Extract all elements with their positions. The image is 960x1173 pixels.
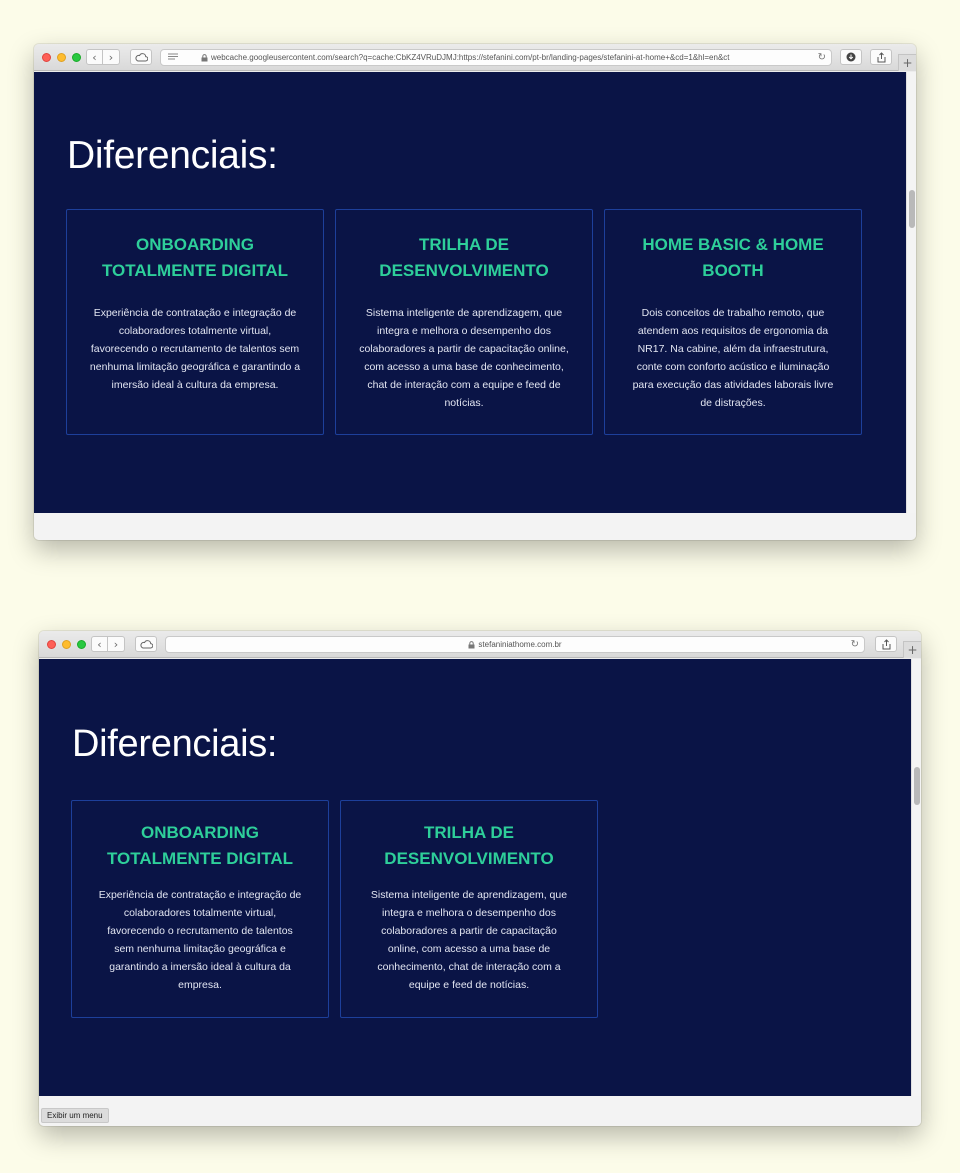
card-title-line: TRILHA DE [423, 823, 515, 842]
url-text: stefaniniathome.com.br [478, 640, 562, 649]
browser-toolbar: ‹ › stefaniniathome.com.br ↻ + [39, 631, 921, 658]
show-menu-button[interactable]: Exibir um menu [41, 1108, 109, 1123]
feature-card: ONBOARDING TOTALMENTE DIGITAL Experiênci… [66, 209, 324, 435]
zoom-window-button[interactable] [77, 640, 86, 649]
chevron-left-icon[interactable]: ‹ [86, 49, 103, 65]
address-bar[interactable]: stefaniniathome.com.br ↻ [165, 636, 865, 653]
status-bar: Exibir um menu [39, 1096, 921, 1126]
zoom-window-button[interactable] [72, 53, 81, 62]
page-content: Diferenciais: ONBOARDING TOTALMENTE DIGI… [34, 72, 906, 513]
card-title-line: TOTALMENTE DIGITAL [106, 849, 294, 868]
card-title: TRILHA DE DESENVOLVIMENTO [336, 232, 592, 284]
card-title-line: TRILHA DE [418, 235, 510, 254]
page-content: Diferenciais: ONBOARDING TOTALMENTE DIGI… [39, 659, 911, 1096]
minimize-window-button[interactable] [62, 640, 71, 649]
card-description: Dois conceitos de trabalho remoto, que a… [632, 307, 834, 409]
chevron-right-icon[interactable]: › [108, 636, 125, 652]
card-title-line: DESENVOLVIMENTO [379, 261, 549, 280]
reload-icon[interactable]: ↻ [851, 639, 859, 650]
icloud-tabs-icon[interactable] [135, 636, 157, 652]
scrollbar[interactable] [906, 72, 916, 513]
feature-card: ONBOARDING TOTALMENTE DIGITAL Experiênci… [71, 800, 329, 1018]
card-title-line: HOME BASIC & HOME [642, 235, 824, 254]
card-title-line: TOTALMENTE DIGITAL [101, 261, 289, 280]
browser-window-cache: ‹ › webcache.googleusercontent.com/searc… [34, 44, 916, 540]
download-icon[interactable] [840, 49, 862, 65]
browser-window-live: ‹ › stefaniniathome.com.br ↻ + Diferenci… [39, 631, 921, 1126]
reload-icon[interactable]: ↻ [818, 52, 826, 63]
card-title: ONBOARDING TOTALMENTE DIGITAL [67, 232, 323, 284]
minimize-window-button[interactable] [57, 53, 66, 62]
section-heading: Diferenciais: [67, 134, 278, 177]
icloud-tabs-icon[interactable] [130, 49, 152, 65]
reader-icon[interactable] [167, 53, 179, 64]
share-icon[interactable] [875, 636, 897, 652]
history-nav: ‹ › [86, 49, 120, 65]
card-description: Sistema inteligente de aprendizagem, que… [359, 307, 569, 409]
feature-card: TRILHA DE DESENVOLVIMENTO Sistema inteli… [335, 209, 593, 435]
scrollbar-thumb[interactable] [914, 767, 920, 805]
close-window-button[interactable] [42, 53, 51, 62]
card-title: HOME BASIC & HOME BOOTH [605, 232, 861, 284]
status-bar [34, 513, 916, 540]
window-controls [42, 53, 81, 62]
scrollbar[interactable] [911, 659, 921, 1096]
history-nav: ‹ › [91, 636, 125, 652]
card-title-line: ONBOARDING [140, 823, 260, 842]
chevron-right-icon[interactable]: › [103, 49, 120, 65]
card-title-line: BOOTH [702, 261, 764, 280]
section-heading: Diferenciais: [72, 723, 278, 765]
chevron-left-icon[interactable]: ‹ [91, 636, 108, 652]
lock-icon [201, 53, 208, 62]
plus-icon[interactable]: + [903, 641, 921, 658]
close-window-button[interactable] [47, 640, 56, 649]
scrollbar-thumb[interactable] [909, 190, 915, 228]
share-icon[interactable] [870, 49, 892, 65]
plus-icon[interactable]: + [898, 54, 916, 71]
card-title: TRILHA DE DESENVOLVIMENTO [341, 820, 597, 872]
window-controls [47, 640, 86, 649]
card-title-line: ONBOARDING [135, 235, 255, 254]
address-bar[interactable]: webcache.googleusercontent.com/search?q=… [160, 49, 832, 66]
lock-icon [468, 640, 475, 649]
feature-card: HOME BASIC & HOME BOOTH Dois conceitos d… [604, 209, 862, 435]
card-title: ONBOARDING TOTALMENTE DIGITAL [72, 820, 328, 872]
card-description: Sistema inteligente de aprendizagem, que… [370, 889, 568, 991]
url-text: webcache.googleusercontent.com/search?q=… [211, 53, 730, 62]
feature-card: TRILHA DE DESENVOLVIMENTO Sistema inteli… [340, 800, 598, 1018]
card-title-line: DESENVOLVIMENTO [384, 849, 554, 868]
card-description: Experiência de contratação e integração … [89, 307, 301, 391]
browser-toolbar: ‹ › webcache.googleusercontent.com/searc… [34, 44, 916, 71]
card-description: Experiência de contratação e integração … [98, 889, 302, 991]
